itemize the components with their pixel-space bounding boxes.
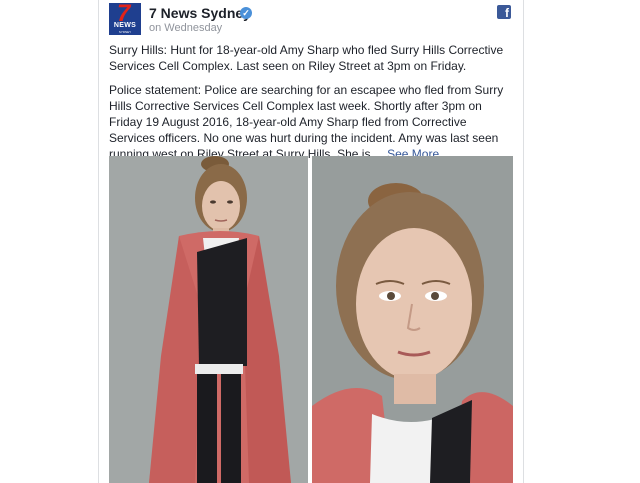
post-header: 7 NEWS SYDNEY 7 News Sydney ✓ on Wednesd… — [109, 3, 513, 37]
post-text: Surry Hills: Hunt for 18-year-old Amy Sh… — [109, 42, 513, 170]
full-length-photo-art — [109, 156, 308, 483]
avatar-logo-word: NEWS — [113, 22, 137, 29]
post-body: Police statement: Police are searching f… — [109, 83, 504, 161]
news-post-card: 7 NEWS SYDNEY 7 News Sydney ✓ on Wednesd… — [98, 0, 524, 483]
page-name-link[interactable]: 7 News Sydney — [149, 5, 251, 21]
avatar-logo-sub: SYDNEY — [118, 30, 132, 34]
full-length-photo[interactable] — [109, 156, 308, 483]
close-up-photo-art — [312, 156, 513, 483]
post-timestamp[interactable]: on Wednesday — [149, 22, 222, 34]
facebook-icon: f — [497, 5, 511, 19]
post-body-paragraph: Police statement: Police are searching f… — [109, 82, 513, 162]
page-avatar[interactable]: 7 NEWS SYDNEY — [109, 3, 141, 35]
close-up-photo[interactable] — [312, 156, 513, 483]
verified-badge-icon: ✓ — [240, 7, 252, 19]
photo-grid — [109, 156, 513, 483]
post-headline: Surry Hills: Hunt for 18-year-old Amy Sh… — [109, 43, 504, 73]
